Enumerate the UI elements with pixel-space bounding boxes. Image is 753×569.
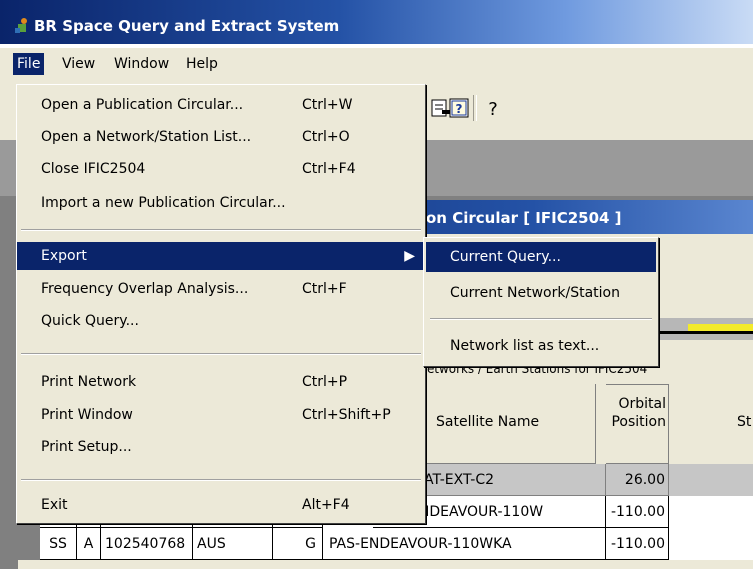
status-cell: A [77, 528, 101, 560]
column-header-orbital-position[interactable]: Orbital Position [606, 384, 669, 464]
menu-separator [430, 318, 652, 320]
menu-file[interactable]: File [13, 53, 45, 75]
svg-text:?: ? [456, 102, 463, 116]
menu-item-exit[interactable]: Exit Alt+F4 [17, 491, 425, 519]
context-help-icon[interactable]: ? [480, 96, 506, 120]
menu-item-close[interactable]: Close IFIC2504 Ctrl+F4 [17, 155, 425, 183]
menu-item-export[interactable]: Export ▶ [17, 242, 425, 270]
app-title: BR Space Query and Extract System [34, 17, 340, 35]
menu-item-open-network[interactable]: Open a Network/Station List... Ctrl+O [17, 123, 425, 151]
column-header-partial: St [737, 414, 752, 430]
menu-item-quick-query[interactable]: Quick Query... [17, 307, 425, 335]
menu-window[interactable]: Window [110, 53, 173, 75]
submenu-arrow-icon: ▶ [404, 248, 415, 264]
toolbar-separator [473, 95, 477, 121]
menu-item-current-query[interactable]: Current Query... [426, 242, 656, 272]
menu-separator [21, 479, 421, 481]
menu-item-import[interactable]: Import a new Publication Circular... [17, 189, 425, 217]
menu-item-print-network[interactable]: Print Network Ctrl+P [17, 368, 425, 396]
satellite-name-cell: PAS-ENDEAVOUR-110WKA [323, 528, 606, 560]
column-header-satellite-name-label: Satellite Name [436, 414, 540, 430]
menu-bar: File View Window Help [0, 48, 753, 80]
export-submenu: Current Query... Current Network/Station… [423, 237, 659, 367]
app-icon [15, 18, 27, 33]
menu-item-current-network-station[interactable]: Current Network/Station [426, 278, 656, 308]
id-cell: 102540768 [101, 528, 193, 560]
column-header-satellite-name[interactable]: Satellite Name [418, 384, 596, 464]
type-cell: G [273, 528, 323, 560]
app-title-bar: BR Space Query and Extract System [0, 0, 753, 44]
satellite-name-cell: AT-EXT-C2 [418, 464, 606, 496]
menu-separator [21, 229, 421, 231]
table-row[interactable]: SS A 102540768 AUS G PAS-ENDEAVOUR-110WK… [18, 528, 753, 560]
orbital-position-cell: 26.00 [606, 464, 669, 496]
code-cell: SS [40, 528, 77, 560]
file-menu-dropdown: Open a Publication Circular... Ctrl+W Op… [16, 84, 426, 524]
menu-item-network-list-text[interactable]: Network list as text... [426, 331, 656, 361]
adm-cell: AUS [193, 528, 273, 560]
svg-text:?: ? [488, 99, 498, 120]
row-selector[interactable] [18, 528, 40, 560]
menu-help[interactable]: Help [182, 53, 222, 75]
menu-item-print-window[interactable]: Print Window Ctrl+Shift+P [17, 401, 425, 429]
menu-item-frequency-overlap[interactable]: Frequency Overlap Analysis... Ctrl+F [17, 275, 425, 303]
menu-item-open-circular[interactable]: Open a Publication Circular... Ctrl+W [17, 91, 425, 119]
menu-view[interactable]: View [58, 53, 99, 75]
help-book-icon[interactable]: ? [446, 96, 472, 120]
menu-item-print-setup[interactable]: Print Setup... [17, 433, 425, 461]
orbital-position-cell: -110.00 [606, 496, 669, 528]
orbital-position-cell: -110.00 [606, 528, 669, 560]
child-window-title: on Circular [ IFIC2504 ] [426, 209, 622, 227]
menu-separator [21, 353, 421, 355]
